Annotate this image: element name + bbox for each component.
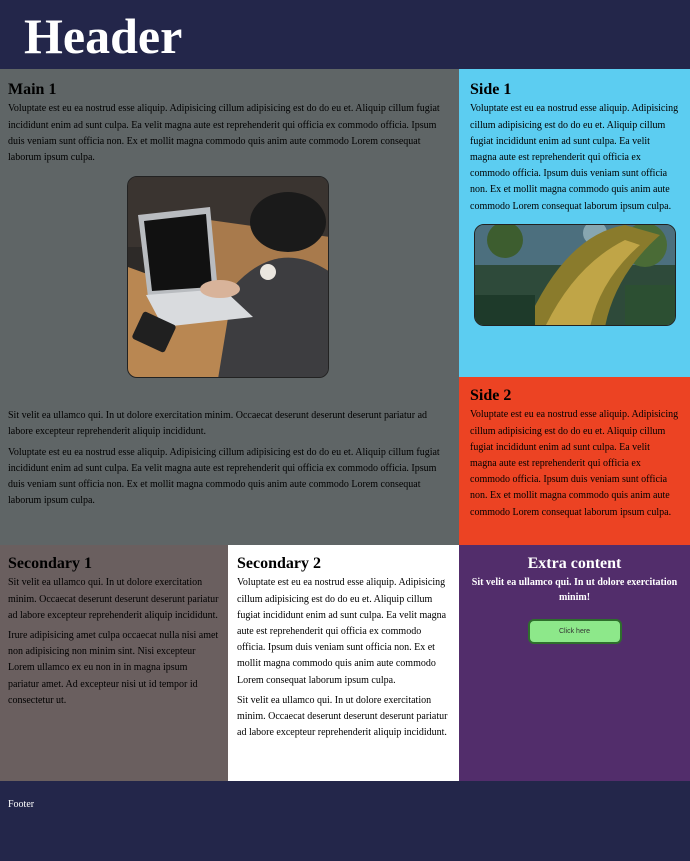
side-1-title: Side 1 xyxy=(470,81,512,98)
secondary-1-paragraph-2: Irure adipisicing amet culpa occaecat nu… xyxy=(8,630,219,706)
side-2-paragraph: Voluptate est eu ea nostrud esse aliquip… xyxy=(470,409,679,518)
secondary-1-title: Secondary 1 xyxy=(8,555,92,572)
secondary-2-paragraph-2: Sit velit ea ullamco qui. In ut dolore e… xyxy=(237,694,448,739)
side-2-title: Side 2 xyxy=(470,387,512,404)
click-here-button[interactable]: Click here xyxy=(527,619,622,645)
side-column: Side 1 Voluptate est eu ea nostrud esse … xyxy=(459,69,690,545)
tree-moss-photo xyxy=(474,223,676,326)
main-title: Main 1 xyxy=(8,81,57,98)
side-2-section: Side 2 Voluptate est eu ea nostrud esse … xyxy=(459,377,690,545)
laptop-photo xyxy=(127,176,329,379)
page-footer: Footer xyxy=(0,781,690,861)
header-title: Header xyxy=(24,8,183,64)
extra-content-title: Extra content xyxy=(527,555,622,572)
footer-text: Footer xyxy=(8,799,35,810)
main-paragraph-1: Voluptate est eu ea nostrud esse aliquip… xyxy=(8,103,440,163)
extra-content-text: Sit velit ea ullamco qui. In ut dolore e… xyxy=(471,577,678,604)
bottom-row: Secondary 1 Sit velit ea ullamco qui. In… xyxy=(0,545,690,781)
main-paragraph-3: Voluptate est eu ea nostrud esse aliquip… xyxy=(8,446,440,507)
side-1-paragraph: Voluptate est eu ea nostrud esse aliquip… xyxy=(470,103,679,212)
secondary-2-title: Secondary 2 xyxy=(237,555,321,572)
extra-content-section: Extra content Sit velit ea ullamco qui. … xyxy=(459,545,690,781)
side-1-section: Side 1 Voluptate est eu ea nostrud esse … xyxy=(459,69,690,377)
secondary-1-paragraph-1: Sit velit ea ullamco qui. In ut dolore e… xyxy=(8,577,219,621)
secondary-1-section: Secondary 1 Sit velit ea ullamco qui. In… xyxy=(0,545,228,781)
main-paragraph-2: Sit velit ea ullamco qui. In ut dolore e… xyxy=(8,410,428,438)
secondary-2-section: Secondary 2 Voluptate est eu ea nostrud … xyxy=(228,545,459,781)
main-section: Main 1 Voluptate est eu ea nostrud esse … xyxy=(0,69,459,545)
page-header: Header xyxy=(0,0,690,69)
top-row: Main 1 Voluptate est eu ea nostrud esse … xyxy=(0,69,690,545)
secondary-2-paragraph-1: Voluptate est eu ea nostrud esse aliquip… xyxy=(237,577,447,686)
